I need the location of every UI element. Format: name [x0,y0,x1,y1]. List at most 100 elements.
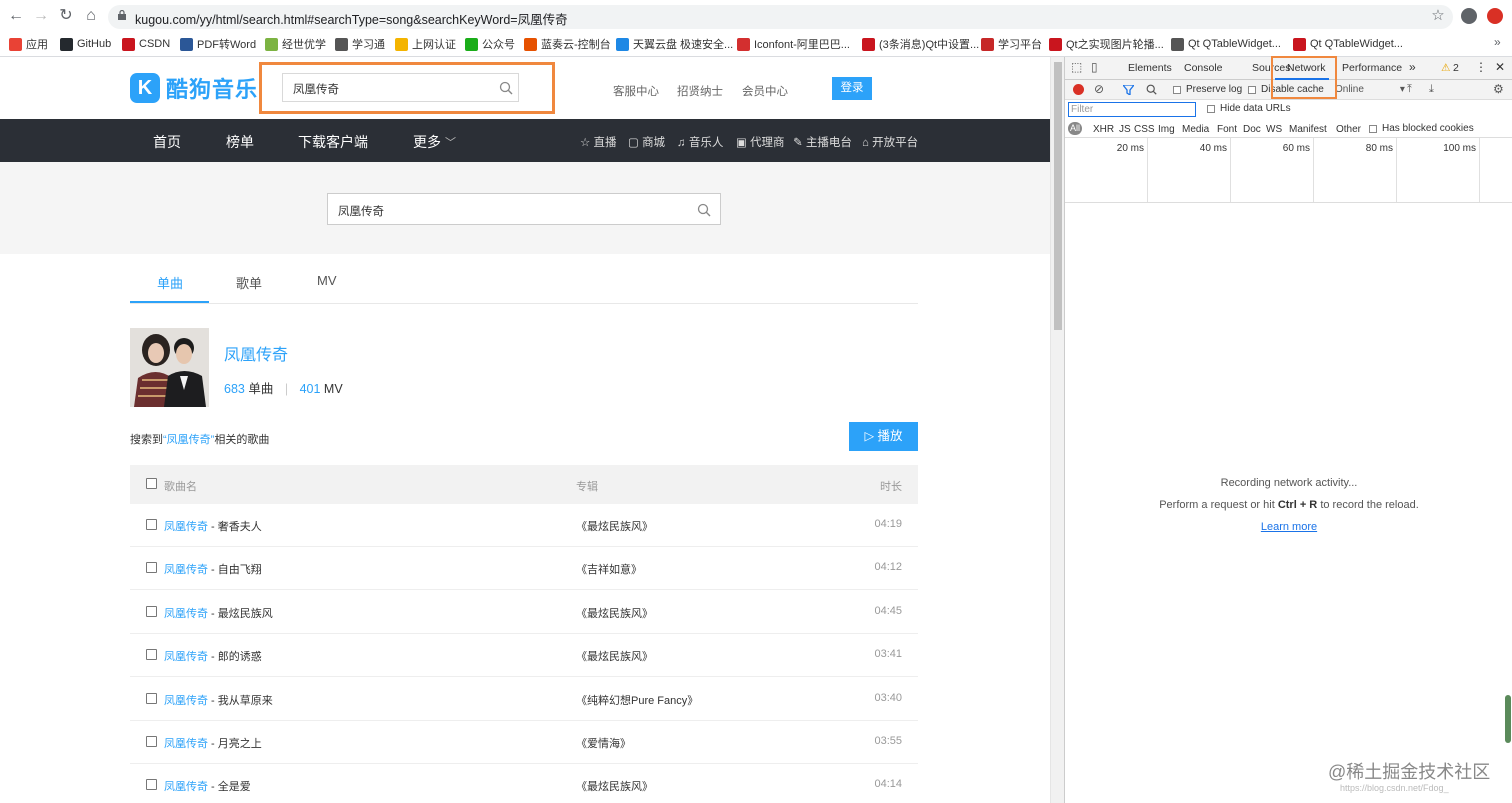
bookmark-item[interactable]: 天翼云盘 极速安全... [616,36,733,52]
song-album[interactable]: 《最炫民族风》 [576,648,653,664]
song-album[interactable]: 《最炫民族风》 [576,605,653,621]
tab-mv[interactable]: MV [317,273,337,288]
song-artist[interactable]: 凤凰传奇 [164,738,208,750]
tab-console[interactable]: Console [1184,62,1223,74]
artist-name[interactable]: 凤凰传奇 [224,341,288,365]
row-checkbox[interactable] [146,562,157,574]
tab-playlists[interactable]: 歌单 [236,273,262,292]
song-album[interactable]: 《吉祥如意》 [576,561,642,577]
table-row[interactable]: 凤凰传奇 - 全是爱 《最炫民族风》 04:14 [130,764,918,803]
nav-musician[interactable]: ♫ 音乐人 [677,134,723,150]
type-filter-item[interactable]: WS [1266,124,1282,135]
filter-input[interactable]: Filter [1068,102,1196,117]
nav-open-platform[interactable]: ⌂ 开放平台 [862,134,918,150]
more-tabs-icon[interactable]: » [1409,60,1416,74]
devtools-menu-icon[interactable]: ⋮ [1475,60,1487,74]
song-name[interactable]: 凤凰传奇 - 奢香夫人 [164,518,262,534]
import-har-icon[interactable]: ⤒ [1407,83,1412,96]
profile-avatar-icon[interactable] [1461,8,1477,24]
nav-live[interactable]: ☆ 直播 [580,134,617,150]
tab-songs[interactable]: 单曲 [157,273,183,292]
type-filter-item[interactable]: JS [1119,124,1131,135]
song-album[interactable]: 《最炫民族风》 [576,518,653,534]
close-icon[interactable]: ✕ [1495,60,1505,74]
record-icon[interactable] [1073,84,1084,95]
song-name[interactable]: 凤凰传奇 - 全是爱 [164,778,251,794]
row-checkbox[interactable] [146,519,157,530]
search-icon[interactable] [499,81,513,95]
search-icon[interactable] [1146,84,1157,95]
nav-home[interactable]: 首页 [153,132,181,152]
inspect-element-icon[interactable]: ⬚ [1071,60,1082,74]
type-filter-item[interactable]: Manifest [1289,124,1327,135]
type-filter-item[interactable]: Doc [1243,124,1261,135]
page-scrollbar[interactable] [1050,57,1064,803]
bookmark-item[interactable]: 上网认证 [395,36,456,52]
song-name[interactable]: 凤凰传奇 - 我从草原来 [164,692,273,708]
song-name[interactable]: 凤凰传奇 - 郎的诱惑 [164,648,262,664]
nav-more[interactable]: 更多 [413,132,441,152]
has-blocked-cookies-toggle[interactable]: Has blocked cookies [1369,123,1474,134]
type-filter-item[interactable]: Media [1182,124,1209,135]
table-row[interactable]: 凤凰传奇 - 郎的诱惑 《最炫民族风》 03:41 [130,634,918,678]
chevron-down-icon[interactable]: ﹀ [445,134,456,150]
song-album[interactable]: 《纯粹幻想Pure Fancy》 [576,692,698,708]
bookmarks-overflow-icon[interactable]: » [1494,35,1501,49]
clear-icon[interactable]: ⊘ [1094,82,1104,96]
forward-arrow-icon[interactable]: → [32,7,50,25]
tab-elements[interactable]: Elements [1128,62,1172,74]
song-artist[interactable]: 凤凰传奇 [164,695,208,707]
device-toolbar-icon[interactable]: ▯ [1091,60,1098,74]
header-link-vip[interactable]: 会员中心 [742,83,788,99]
song-artist[interactable]: 凤凰传奇 [164,564,208,576]
hide-data-urls-checkbox[interactable] [1207,104,1215,113]
song-count[interactable]: 683 [224,382,245,396]
export-har-icon[interactable]: ⤓ [1429,83,1434,96]
header-search-input[interactable]: 凤凰传奇 [282,73,519,102]
main-search-input[interactable]: 凤凰传奇 [327,193,721,225]
nav-radio[interactable]: ✎ 主播电台 [793,134,852,150]
nav-charts[interactable]: 榜单 [226,132,254,152]
address-bar[interactable]: kugou.com/yy/html/search.html#searchType… [108,5,1453,29]
row-checkbox[interactable] [146,736,157,747]
select-all-checkbox[interactable] [146,478,157,489]
bookmark-item[interactable]: Iconfont-阿里巴巴... [737,36,850,52]
row-checkbox[interactable] [146,779,157,791]
song-artist[interactable]: 凤凰传奇 [164,521,208,533]
login-button[interactable]: 登录 [832,77,872,100]
song-name[interactable]: 凤凰传奇 - 月亮之上 [164,735,262,751]
kugou-logo[interactable]: K 酷狗音乐 [130,72,258,104]
header-link-jobs[interactable]: 招贤纳士 [677,83,723,99]
tab-performance[interactable]: Performance [1342,62,1402,74]
network-settings-gear-icon[interactable]: ⚙ [1493,82,1504,96]
type-filter-item[interactable]: CSS [1134,124,1155,135]
type-filter-item[interactable]: Img [1158,124,1175,135]
row-checkbox[interactable] [146,605,157,617]
nav-download-client[interactable]: 下载客户端 [298,132,368,152]
nav-shop[interactable]: ▢ 商城 [628,134,665,150]
has-blocked-cookies-checkbox[interactable] [1369,124,1377,133]
type-filter-item[interactable]: Font [1217,124,1237,135]
devtools-scroll-marker[interactable] [1505,695,1511,743]
preserve-log-checkbox[interactable] [1173,85,1181,94]
song-name[interactable]: 凤凰传奇 - 自由飞翔 [164,561,262,577]
type-filter-all[interactable]: All [1068,122,1082,135]
bookmark-item[interactable]: 经世优学 [265,36,326,52]
song-name[interactable]: 凤凰传奇 - 最炫民族风 [164,605,273,621]
type-filter-item[interactable]: Other [1336,124,1361,135]
bookmark-item[interactable]: GitHub [60,36,111,52]
network-timeline-overview[interactable]: 20 ms 40 ms 60 ms 80 ms 100 ms [1065,138,1512,203]
preserve-log-toggle[interactable]: Preserve log [1173,84,1242,95]
mv-count[interactable]: 401 [300,382,321,396]
disable-cache-checkbox[interactable] [1248,85,1256,94]
reload-icon[interactable]: ↻ [57,7,75,25]
song-artist[interactable]: 凤凰传奇 [164,651,208,663]
row-checkbox[interactable] [146,692,157,704]
hide-data-urls-toggle[interactable]: Hide data URLs [1207,103,1291,114]
warning-icon[interactable]: ⚠ [1441,62,1450,74]
bookmark-item[interactable]: (3条消息)Qt中设置... [862,36,979,52]
table-row[interactable]: 凤凰传奇 - 月亮之上 《爱情海》 03:55 [130,721,918,764]
bookmark-item[interactable]: 学习通 [335,36,385,52]
song-album[interactable]: 《最炫民族风》 [576,778,653,794]
learn-more-link[interactable]: Learn more [1261,521,1317,533]
